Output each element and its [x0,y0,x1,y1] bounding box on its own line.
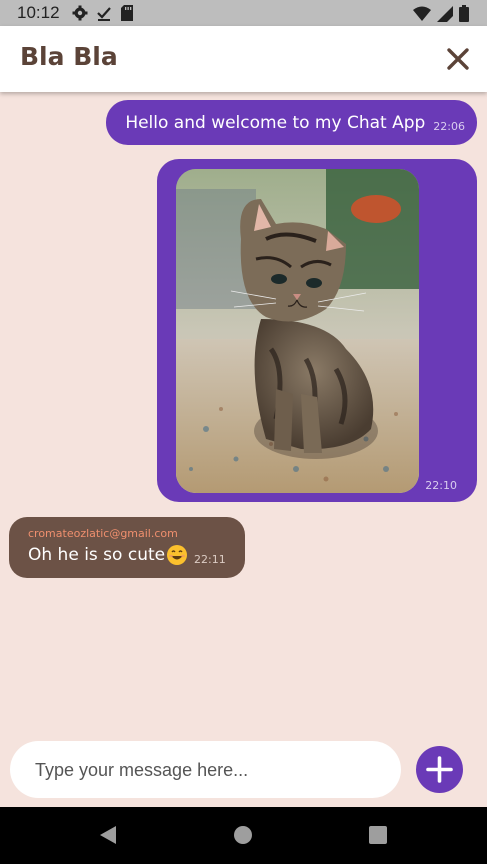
kitten-photo[interactable] [176,169,419,493]
settings-icon [72,5,88,21]
message-input-container[interactable] [10,741,401,798]
recents-icon[interactable] [369,826,387,844]
add-button[interactable] [416,746,463,793]
wifi-icon [413,6,431,21]
sd-card-icon [121,5,133,21]
message-time: 22:11 [194,553,226,566]
message-time: 22:06 [433,120,465,133]
app-bar: Bla Bla [0,26,487,92]
message-text: Hello and welcome to my Chat App [125,112,426,133]
status-icons-left [72,5,134,21]
message-text-wrapper: Oh he is so cute [28,544,188,566]
outgoing-message[interactable]: Hello and welcome to my Chat App 22:06 [106,100,477,145]
signal-icon [437,5,453,22]
back-icon[interactable] [98,825,118,845]
home-icon[interactable] [234,826,252,844]
message-list[interactable]: Hello and welcome to my Chat App 22:06 2… [0,92,487,740]
incoming-message[interactable]: cromateozlatic@gmail.com Oh he is so cut… [9,517,245,578]
plus-icon [426,756,453,783]
battery-icon [459,5,469,22]
message-time: 22:10 [425,479,457,492]
message-input[interactable] [33,756,387,784]
status-time: 10:12 [17,3,60,22]
close-button[interactable] [445,46,471,72]
sender-email: cromateozlatic@gmail.com [28,527,178,540]
message-text: Oh he is so cute [28,545,166,565]
chat-title: Bla Bla [20,42,118,71]
system-nav-bar [0,807,487,864]
status-bar: 10:12 [0,0,487,26]
status-icons-right [413,5,469,22]
outgoing-image-message[interactable]: 22:10 [157,159,477,502]
close-icon [447,48,469,70]
kitten-photo-illustration [176,169,419,493]
download-done-icon [97,7,111,21]
smiling-face-emoji [167,545,188,565]
